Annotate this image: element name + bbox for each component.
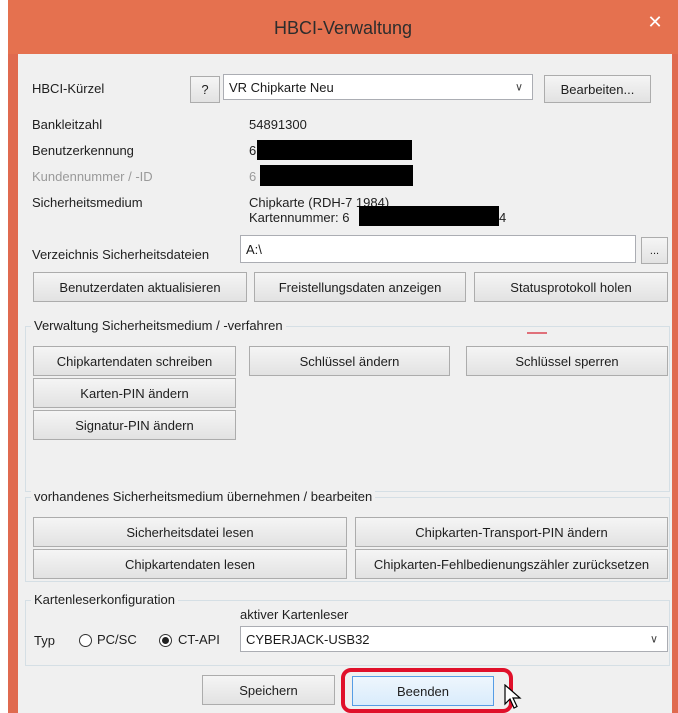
card-reader-select[interactable]: CYBERJACK-USB32 ∨ — [240, 626, 668, 652]
radio-pcsc-label[interactable]: PC/SC — [97, 632, 137, 647]
security-dir-label: Verzeichnis Sicherheitsdateien — [32, 247, 210, 262]
kuerzel-label: HBCI-Kürzel — [32, 81, 105, 96]
card-number-value: Kartennummer: 6 — [249, 210, 350, 225]
redaction-bar — [260, 165, 413, 186]
read-security-file-button[interactable]: Sicherheitsdatei lesen — [33, 517, 347, 547]
read-card-data-button[interactable]: Chipkartendaten lesen — [33, 549, 347, 579]
write-card-data-button[interactable]: Chipkartendaten schreiben — [33, 346, 236, 376]
customer-id-value: 6 — [249, 169, 257, 184]
change-key-button[interactable]: Schlüssel ändern — [249, 346, 450, 376]
radio-ctapi-label[interactable]: CT-API — [178, 632, 220, 647]
import-group-title: vorhandenes Sicherheitsmedium übernehmen… — [31, 489, 376, 504]
active-reader-label: aktiver Kartenleser — [240, 607, 349, 622]
change-signature-pin-button[interactable]: Signatur-PIN ändern — [33, 410, 236, 440]
reader-type-label: Typ — [34, 633, 55, 648]
decorative-mark — [527, 332, 547, 334]
lock-key-button[interactable]: Schlüssel sperren — [466, 346, 668, 376]
browse-button[interactable]: ... — [641, 237, 668, 264]
save-button[interactable]: Speichern — [202, 675, 335, 705]
card-number-suffix: 4 — [499, 210, 507, 225]
reset-error-counter-button[interactable]: Chipkarten-Fehlbedienungszähler zurückse… — [355, 549, 668, 579]
card-reader-select-value: CYBERJACK-USB32 — [246, 631, 370, 647]
blz-label: Bankleitzahl — [32, 117, 103, 132]
chevron-down-icon[interactable]: ∨ — [510, 81, 528, 94]
dialog-client-area: HBCI-Kürzel ? VR Chipkarte Neu ∨ Bearbei… — [18, 54, 672, 713]
medium-label: Sicherheitsmedium — [32, 195, 143, 210]
reader-group-title: Kartenleserkonfiguration — [31, 592, 178, 607]
mouse-cursor-icon — [504, 684, 522, 709]
dialog-window: HBCI-Verwaltung ✕ HBCI-Kürzel ? VR Chipk… — [8, 0, 678, 713]
redaction-bar — [257, 140, 412, 160]
show-release-data-button[interactable]: Freistellungsdaten anzeigen — [254, 272, 466, 302]
edit-button[interactable]: Bearbeiten... — [544, 75, 651, 103]
help-button[interactable]: ? — [190, 76, 220, 103]
blz-value: 54891300 — [249, 117, 307, 132]
redaction-bar — [359, 206, 499, 226]
close-icon[interactable]: ✕ — [638, 8, 672, 38]
user-id-label: Benutzerkennung — [32, 143, 134, 158]
radio-ctapi[interactable] — [159, 634, 172, 647]
radio-pcsc[interactable] — [79, 634, 92, 647]
change-card-pin-button[interactable]: Karten-PIN ändern — [33, 378, 236, 408]
kuerzel-select-value: VR Chipkarte Neu — [229, 79, 334, 95]
quit-button[interactable]: Beenden — [352, 676, 494, 706]
fetch-status-log-button[interactable]: Statusprotokoll holen — [474, 272, 668, 302]
kuerzel-select[interactable]: VR Chipkarte Neu ∨ — [223, 74, 533, 100]
change-transport-pin-button[interactable]: Chipkarten-Transport-PIN ändern — [355, 517, 668, 547]
update-user-data-button[interactable]: Benutzerdaten aktualisieren — [33, 272, 247, 302]
user-id-value: 6 — [249, 143, 257, 158]
customer-id-label: Kundennummer / -ID — [32, 169, 153, 184]
security-dir-input[interactable]: A:\ — [240, 235, 636, 263]
window-title: HBCI-Verwaltung — [273, 18, 413, 38]
chevron-down-icon[interactable]: ∨ — [645, 633, 663, 646]
admin-group-title: Verwaltung Sicherheitsmedium / -verfahre… — [31, 318, 286, 333]
title-bar[interactable]: HBCI-Verwaltung ✕ — [8, 0, 678, 54]
